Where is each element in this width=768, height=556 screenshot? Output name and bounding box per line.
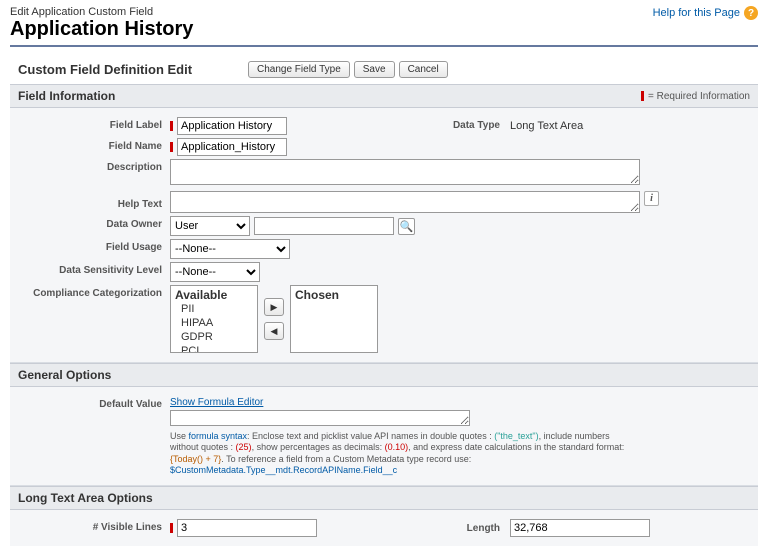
required-note: = Required Information [641,91,750,102]
field-usage-row: Field Usage --None-- [18,239,750,259]
formula-syntax-link[interactable]: formula syntax [189,431,248,441]
required-indicator-icon [641,91,644,101]
longtext-section-header: Long Text Area Options [10,486,758,510]
move-button-group: ▶ ◀ [264,298,284,340]
data-type-value: Long Text Area [510,117,583,132]
data-sensitivity-label: Data Sensitivity Level [18,262,170,276]
data-type-label: Data Type [450,117,510,131]
page-title: Application History [10,18,193,41]
formula-helper-text: Use formula syntax: Enclose text and pic… [170,431,640,476]
save-button[interactable]: Save [354,61,395,78]
field-label-row: Field Label Data Type Long Text Area [18,117,750,135]
visible-lines-row: # Visible Lines Length [18,519,750,537]
show-formula-editor-link[interactable]: Show Formula Editor [170,397,263,408]
field-info-section-header: Field Information = Required Information [10,84,758,108]
data-sensitivity-row: Data Sensitivity Level --None-- [18,262,750,282]
length-input[interactable] [510,519,650,537]
data-owner-label: Data Owner [18,216,170,230]
list-item[interactable]: HIPAA [175,316,253,330]
general-title: General Options [18,368,111,382]
default-value-textarea[interactable] [170,410,470,426]
general-form: Default Value Show Formula Editor Use fo… [10,387,758,486]
field-name-input[interactable] [177,138,287,156]
field-usage-label: Field Usage [18,239,170,253]
description-label: Description [18,159,170,173]
move-left-button[interactable]: ◀ [264,322,284,340]
longtext-form: # Visible Lines Length [10,510,758,546]
visible-lines-label: # Visible Lines [18,519,170,533]
chosen-title: Chosen [295,288,373,302]
page-header: Edit Application Custom Field Applicatio… [10,6,758,41]
required-indicator-icon [170,121,173,131]
field-usage-select[interactable]: --None-- [170,239,290,259]
data-owner-lookup-input[interactable] [254,217,394,235]
description-row: Description [18,159,750,188]
required-note-text: = Required Information [648,91,750,102]
required-indicator-icon [170,523,173,533]
length-label: Length [450,523,510,534]
longtext-title: Long Text Area Options [18,491,153,505]
chosen-listbox[interactable]: Chosen [290,285,378,353]
field-name-label: Field Name [18,138,170,152]
duelling-listbox: Available PII HIPAA GDPR PCI ▶ ◀ Chosen [170,285,378,353]
edit-section-title: Custom Field Definition Edit [18,62,248,77]
header-divider [10,45,758,47]
help-text-textarea[interactable] [170,191,640,213]
field-label-input[interactable] [177,117,287,135]
cancel-button[interactable]: Cancel [399,61,448,78]
compliance-row: Compliance Categorization Available PII … [18,285,750,353]
breadcrumb: Edit Application Custom Field [10,6,193,18]
page-root: Edit Application Custom Field Applicatio… [0,0,768,556]
general-section-header: General Options [10,363,758,387]
field-info-title: Field Information [18,89,115,103]
field-info-form: Field Label Data Type Long Text Area Fie… [10,108,758,363]
visible-lines-input[interactable] [177,519,317,537]
move-right-button[interactable]: ▶ [264,298,284,316]
lookup-icon[interactable]: 🔍 [398,218,415,235]
data-owner-select[interactable]: User [170,216,250,236]
toolbar: Custom Field Definition Edit Change Fiel… [10,55,758,84]
default-value-label: Default Value [18,396,170,410]
list-item[interactable]: GDPR [175,330,253,344]
data-sensitivity-select[interactable]: --None-- [170,262,260,282]
help-text-row: Help Text i [18,191,750,213]
field-name-row: Field Name [18,138,750,156]
help-icon: ? [744,6,758,20]
available-title: Available [175,288,253,302]
field-label-label: Field Label [18,117,170,131]
help-text-label: Help Text [18,191,170,210]
required-indicator-icon [170,142,173,152]
change-field-type-button[interactable]: Change Field Type [248,61,350,78]
info-icon[interactable]: i [644,191,659,206]
available-listbox[interactable]: Available PII HIPAA GDPR PCI [170,285,258,353]
compliance-label: Compliance Categorization [18,285,170,299]
list-item[interactable]: PCI [175,344,253,353]
help-label: Help for this Page [653,7,740,19]
description-textarea[interactable] [170,159,640,185]
list-item[interactable]: PII [175,302,253,316]
default-value-row: Default Value Show Formula Editor Use fo… [18,396,750,476]
help-link[interactable]: Help for this Page ? [653,6,758,20]
data-owner-row: Data Owner User 🔍 [18,216,750,236]
title-block: Edit Application Custom Field Applicatio… [10,6,193,41]
